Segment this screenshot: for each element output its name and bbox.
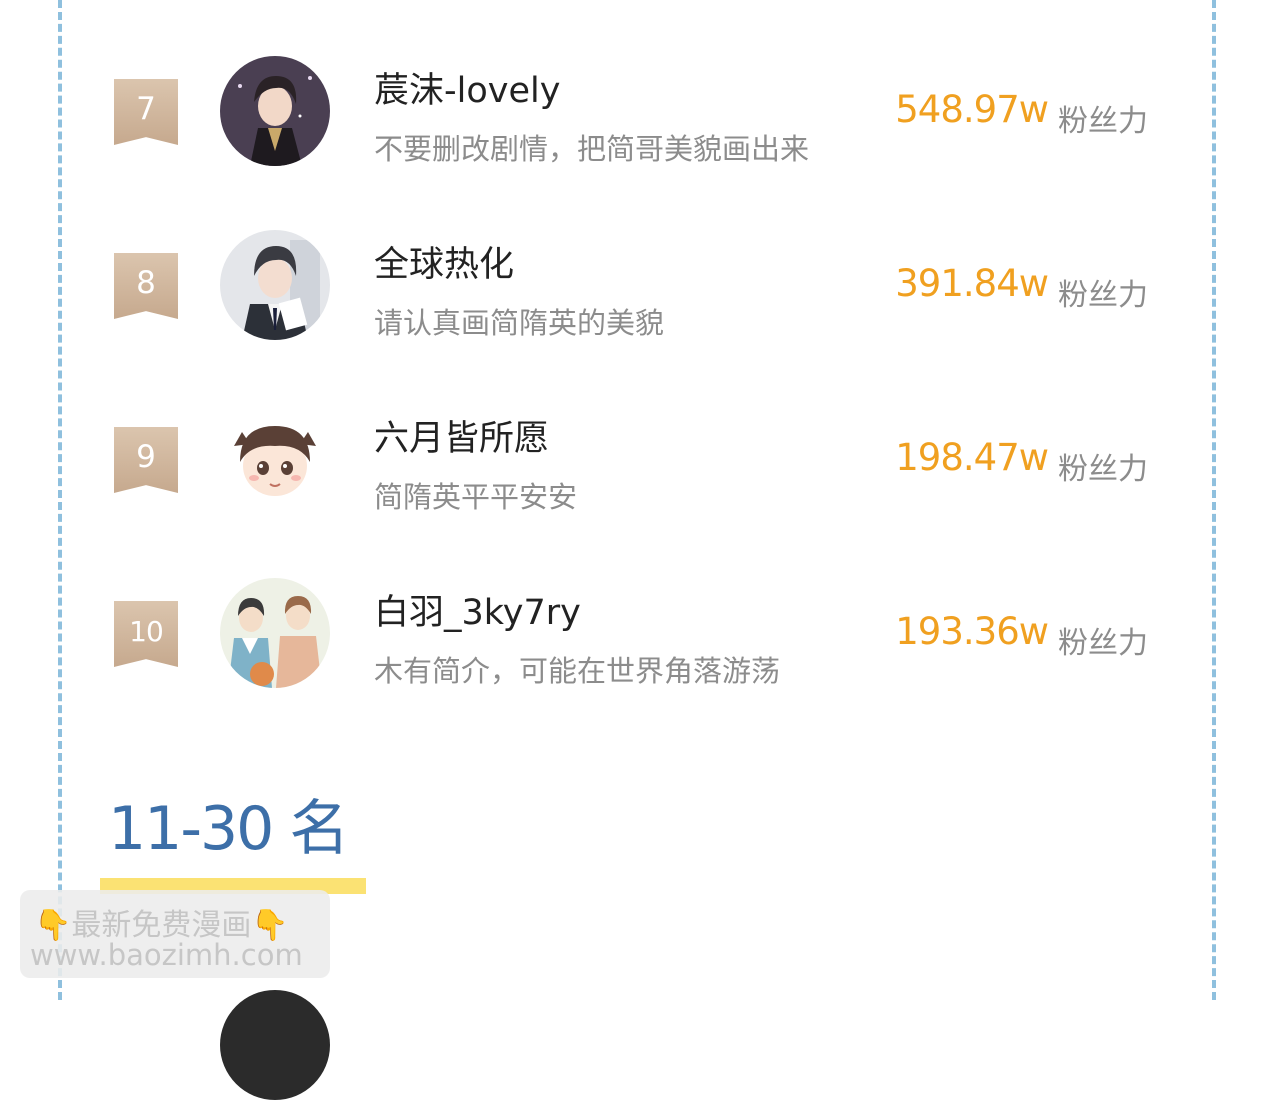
rank-badge: 9 [114,427,178,493]
user-bio: 简隋英平平安安 [374,480,578,514]
ranking-row-9[interactable]: 9 六月皆所愿 简隋英平平安安 198.47w 粉丝力 [0,404,1280,524]
user-bio: 木有简介，可能在世界角落游荡 [374,654,781,688]
user-name[interactable]: 莀沫-lovely [374,62,560,113]
user-avatar[interactable] [220,578,330,688]
avatar-image [220,230,330,340]
rank-badge: 10 [114,601,178,667]
ranking-row-7[interactable]: 7 莀沫-lovely 不要删改剧情，把简哥美貌画出来 548.97w 粉丝力 [0,56,1280,176]
fan-power-label: 粉丝力 [1058,104,1148,139]
user-avatar[interactable] [220,230,330,340]
avatar-image [220,578,330,688]
fan-power-value: 198.47w [895,436,1049,479]
fan-power-value: 548.97w [895,88,1049,131]
avatar-image [220,56,330,166]
ranking-row-8[interactable]: 8 全球热化 请认真画简隋英的美貌 391.84w 粉丝力 [0,230,1280,350]
user-bio: 请认真画简隋英的美貌 [374,306,665,340]
avatar-image [220,404,330,514]
user-name[interactable]: 全球热化 [374,236,514,287]
fan-power-label: 粉丝力 [1058,278,1148,313]
user-name[interactable]: 白羽_3ky7ry [374,584,581,635]
user-avatar[interactable] [220,56,330,166]
fan-power-label: 粉丝力 [1058,626,1148,661]
rank-badge: 7 [114,79,178,145]
user-avatar[interactable] [220,404,330,514]
watermark-overlay: 👇最新免费漫画👇 www.baozimh.com [20,890,330,978]
section-title: 11-30 名 [108,794,349,864]
user-bio: 不要删改剧情，把简哥美貌画出来 [374,132,810,166]
fan-power-value: 193.36w [895,610,1049,653]
fan-power-value: 391.84w [895,262,1049,305]
ranking-row-10[interactable]: 10 白羽_3ky7ry 木有简介，可能在世界角落游荡 193.36w 粉丝力 [0,578,1280,698]
user-name[interactable]: 六月皆所愿 [374,410,549,461]
fan-power-label: 粉丝力 [1058,452,1148,487]
rank-badge: 8 [114,253,178,319]
user-avatar[interactable] [220,990,330,1100]
watermark-url: www.baozimh.com [30,938,303,972]
